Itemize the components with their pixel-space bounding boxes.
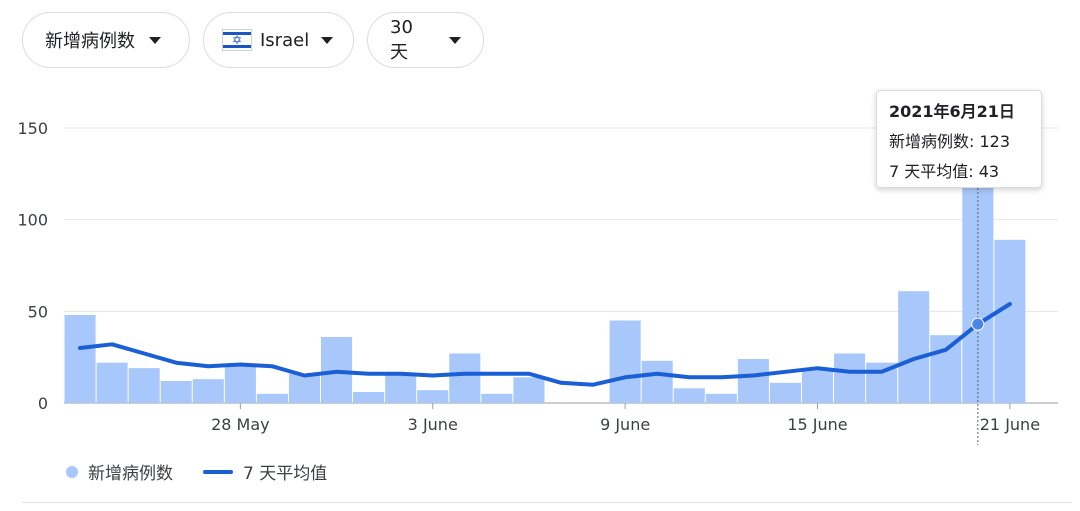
bar xyxy=(513,377,545,403)
bar xyxy=(160,381,192,403)
chart-legend: 新增病例数 7 天平均值 xyxy=(66,459,327,484)
chart-tooltip: 2021年6月21日 新增病例数: 123 7 天平均值: 43 xyxy=(876,90,1042,188)
range-select-label: 30 天 xyxy=(390,16,413,63)
legend-bar-label: 新增病例数 xyxy=(88,464,173,484)
bar xyxy=(609,320,641,403)
x-tick-label: 15 June xyxy=(787,415,847,434)
highlight-point xyxy=(971,317,985,331)
legend-line-swatch xyxy=(203,469,233,474)
bar xyxy=(801,368,834,403)
chevron-down-icon xyxy=(449,36,461,44)
metric-select-label: 新增病例数 xyxy=(45,31,135,52)
bar xyxy=(930,335,962,403)
bar xyxy=(898,291,930,403)
bar xyxy=(481,393,513,403)
tooltip-cases: 新增病例数: 123 xyxy=(889,132,1011,151)
bar xyxy=(769,382,801,403)
x-tick-label: 3 June xyxy=(408,415,458,434)
bar xyxy=(417,390,449,403)
tooltip-average: 7 天平均值: 43 xyxy=(889,162,1000,181)
y-tick-label: 100 xyxy=(17,211,48,230)
country-select-label: Israel xyxy=(260,29,310,51)
bar xyxy=(192,379,224,403)
bar xyxy=(256,393,288,403)
divider xyxy=(22,502,1072,503)
x-tick-label: 21 June xyxy=(980,415,1040,434)
average-line xyxy=(78,302,1012,387)
bar xyxy=(385,373,417,403)
bar xyxy=(641,360,673,403)
bar xyxy=(96,362,128,403)
bar xyxy=(705,393,737,403)
bar xyxy=(64,315,96,403)
bar xyxy=(737,359,769,403)
bar xyxy=(449,353,481,403)
bar xyxy=(994,239,1026,403)
y-tick-label: 50 xyxy=(28,302,48,321)
tooltip-date: 2021年6月21日 xyxy=(889,102,1015,121)
x-tick-label: 9 June xyxy=(600,415,650,434)
y-tick-label: 0 xyxy=(38,394,48,413)
legend-bar-swatch xyxy=(66,465,78,478)
country-select[interactable]: ✡ Israel xyxy=(203,12,354,68)
bar xyxy=(673,388,705,403)
bar xyxy=(353,392,385,403)
chevron-down-icon xyxy=(149,36,161,44)
bar xyxy=(128,368,160,403)
bar xyxy=(288,373,321,403)
bar xyxy=(224,364,256,403)
chevron-down-icon xyxy=(321,36,334,44)
y-tick-label: 150 xyxy=(17,119,48,138)
metric-select[interactable]: 新增病例数 xyxy=(22,12,190,68)
range-select[interactable]: 30 天 xyxy=(367,12,484,68)
legend-line-label: 7 天平均值 xyxy=(243,464,328,484)
x-tick-label: 28 May xyxy=(211,415,270,434)
israel-flag-icon: ✡ xyxy=(222,29,252,51)
bar xyxy=(834,353,866,403)
